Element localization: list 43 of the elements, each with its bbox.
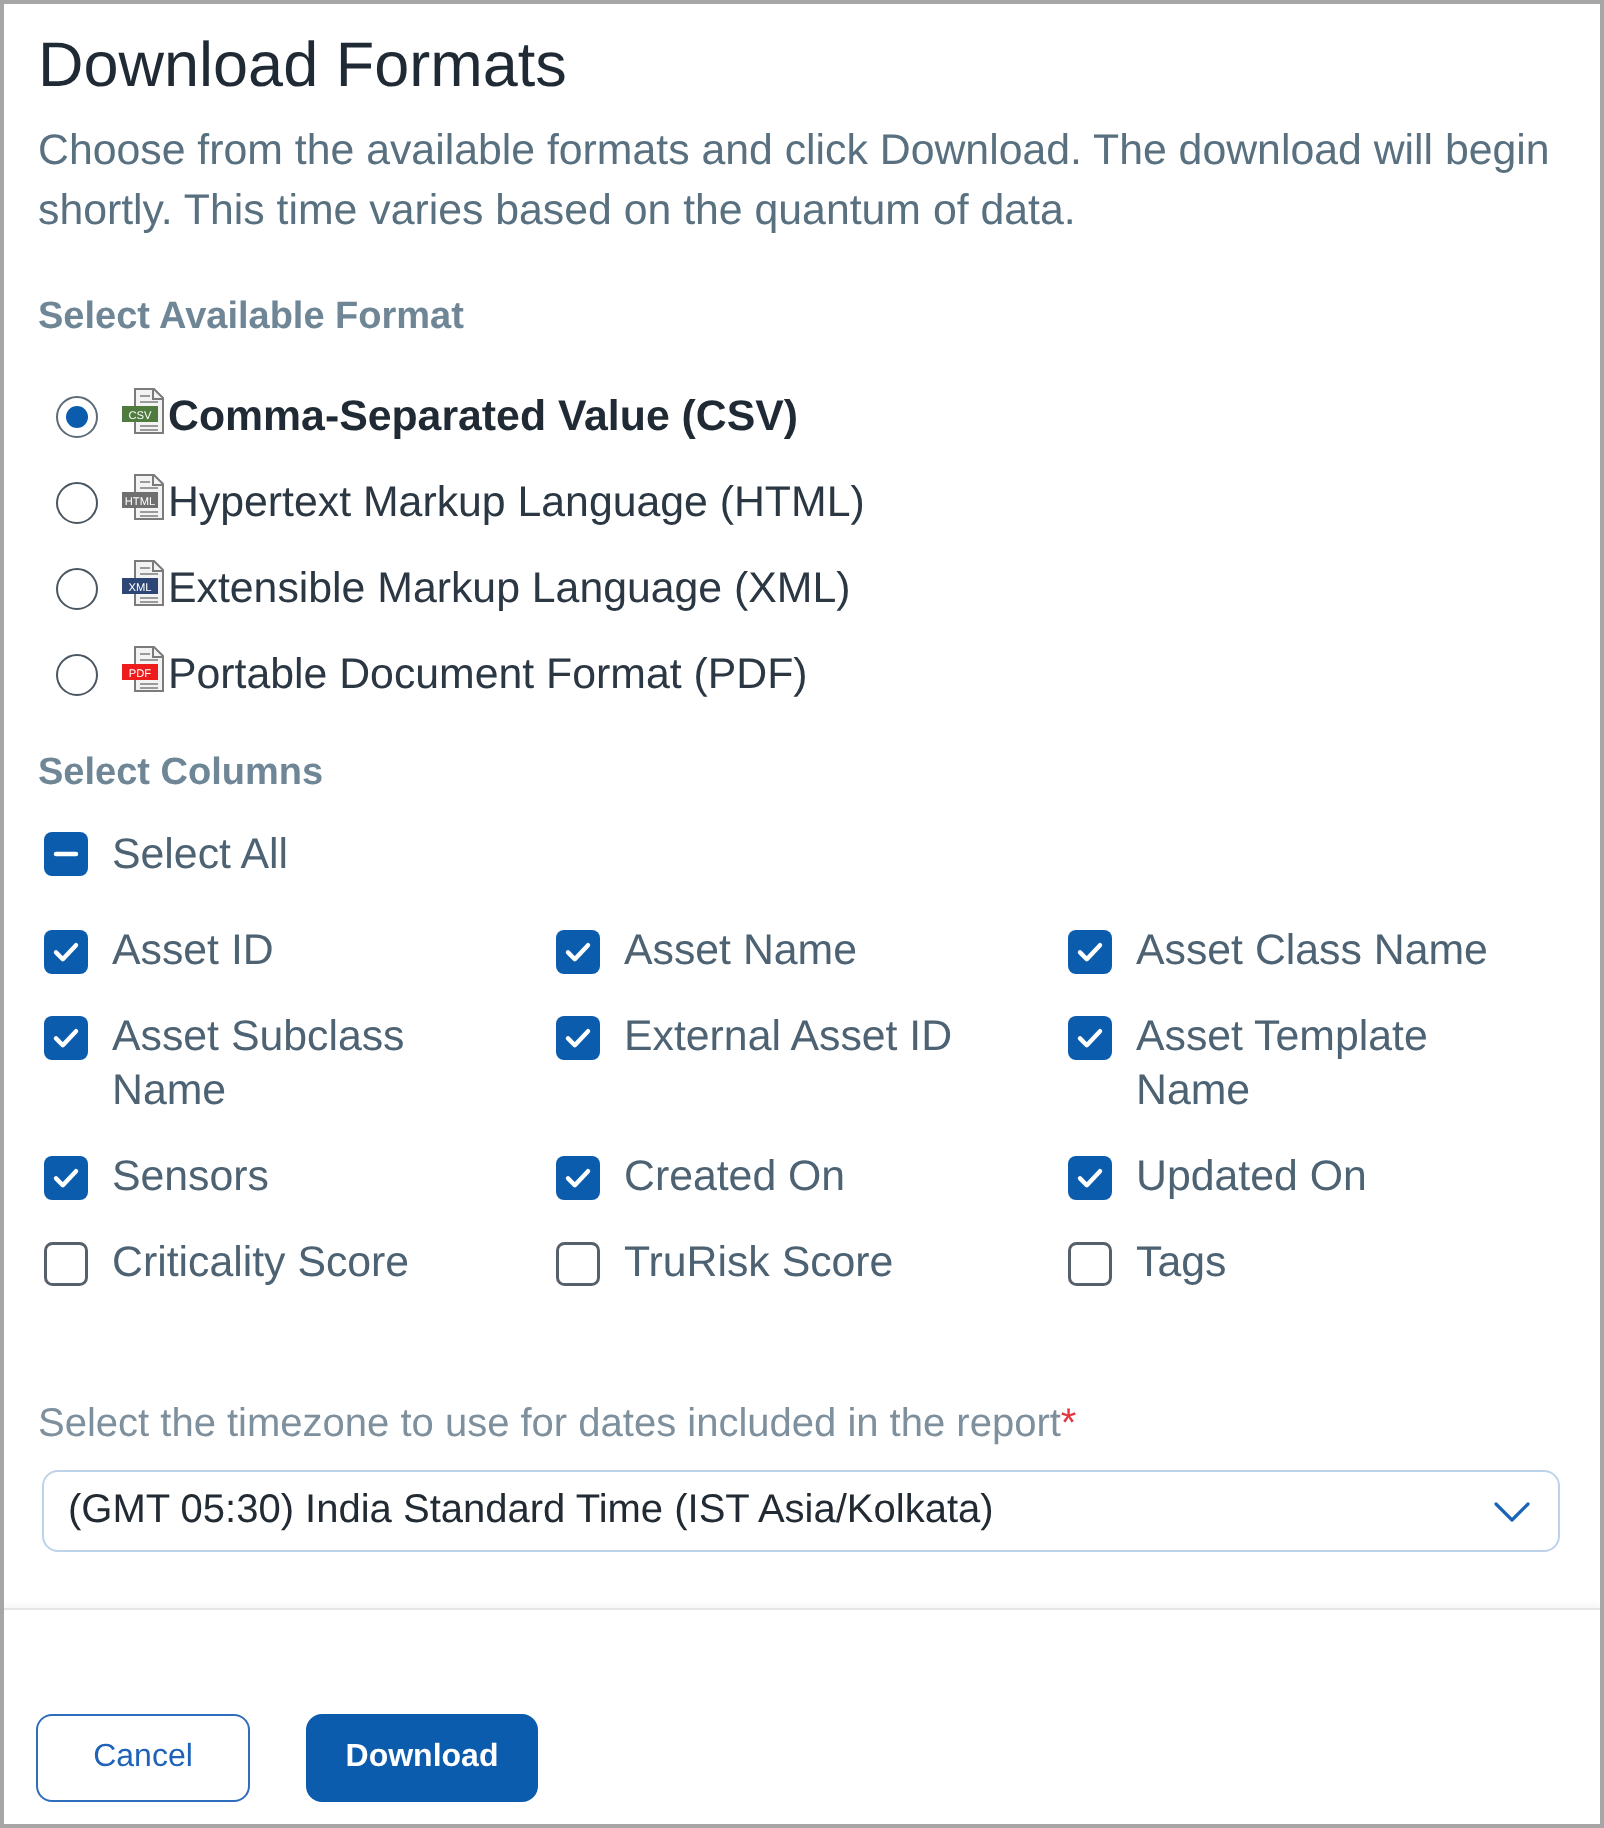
section-heading: Select Columns	[38, 754, 326, 794]
format-option-label: Portable Document Format (PDF)	[168, 650, 808, 700]
format-option-label: Hypertext Markup Language (HTML)	[168, 478, 865, 528]
checkbox[interactable]	[1068, 1155, 1112, 1199]
checkbox-label: Tags	[1136, 1236, 1227, 1290]
checkbox[interactable]	[556, 1241, 600, 1285]
section-heading: Select Available Format	[38, 298, 466, 338]
checkbox-label: Created On	[624, 1150, 846, 1204]
checkbox-label: Updated On	[1136, 1150, 1367, 1204]
checkbox[interactable]	[44, 1241, 88, 1285]
checkbox[interactable]	[556, 1015, 600, 1059]
dialog-description: Choose from the available formats and click Download. The download will begin shortly. This time varies based on the quantum of data.	[38, 124, 1552, 238]
checkbox-label: TruRisk Score	[624, 1236, 894, 1290]
chevron-down-icon	[1494, 1501, 1530, 1521]
checkbox-label: Asset ID	[112, 924, 274, 978]
checkbox[interactable]	[44, 929, 88, 973]
checkbox-label: Asset Class Name	[1136, 924, 1488, 978]
dialog-title: Download Formats	[38, 26, 569, 102]
checkbox[interactable]	[44, 1155, 88, 1199]
checkbox[interactable]	[1068, 1015, 1112, 1059]
checkbox-label: External Asset ID	[624, 1010, 953, 1064]
cancel-button[interactable]: Cancel	[36, 1714, 250, 1802]
radio-button[interactable]	[56, 654, 98, 696]
checkbox[interactable]	[44, 1015, 88, 1059]
checkbox[interactable]	[44, 832, 88, 876]
checkbox-label: Asset Template Name	[1136, 1010, 1430, 1118]
checkbox[interactable]	[556, 1155, 600, 1199]
checkbox-label: Asset Subclass Name	[112, 1010, 407, 1118]
format-option-label: Comma-Separated Value (CSV)	[168, 392, 799, 442]
format-option-label: Extensible Markup Language (XML)	[168, 564, 851, 614]
checkbox[interactable]	[1068, 1241, 1112, 1285]
checkbox[interactable]	[1068, 929, 1112, 973]
radio-button[interactable]	[56, 396, 98, 438]
field-label: Select the timezone to use for dates included in the report*	[38, 1400, 1079, 1450]
radio-button[interactable]	[56, 568, 98, 610]
checkbox-label: Asset Name	[624, 924, 857, 978]
checkbox-label: Select All	[112, 827, 288, 881]
download-button[interactable]: Download	[306, 1714, 538, 1802]
timezone-dropdown[interactable]: (GMT 05:30) India Standard Time (IST Asia/Kolkata)	[42, 1470, 1560, 1552]
radio-button[interactable]	[56, 482, 98, 524]
checkbox[interactable]	[556, 929, 600, 973]
checkbox-label: Criticality Score	[112, 1236, 410, 1290]
checkbox-label: Sensors	[112, 1150, 269, 1204]
